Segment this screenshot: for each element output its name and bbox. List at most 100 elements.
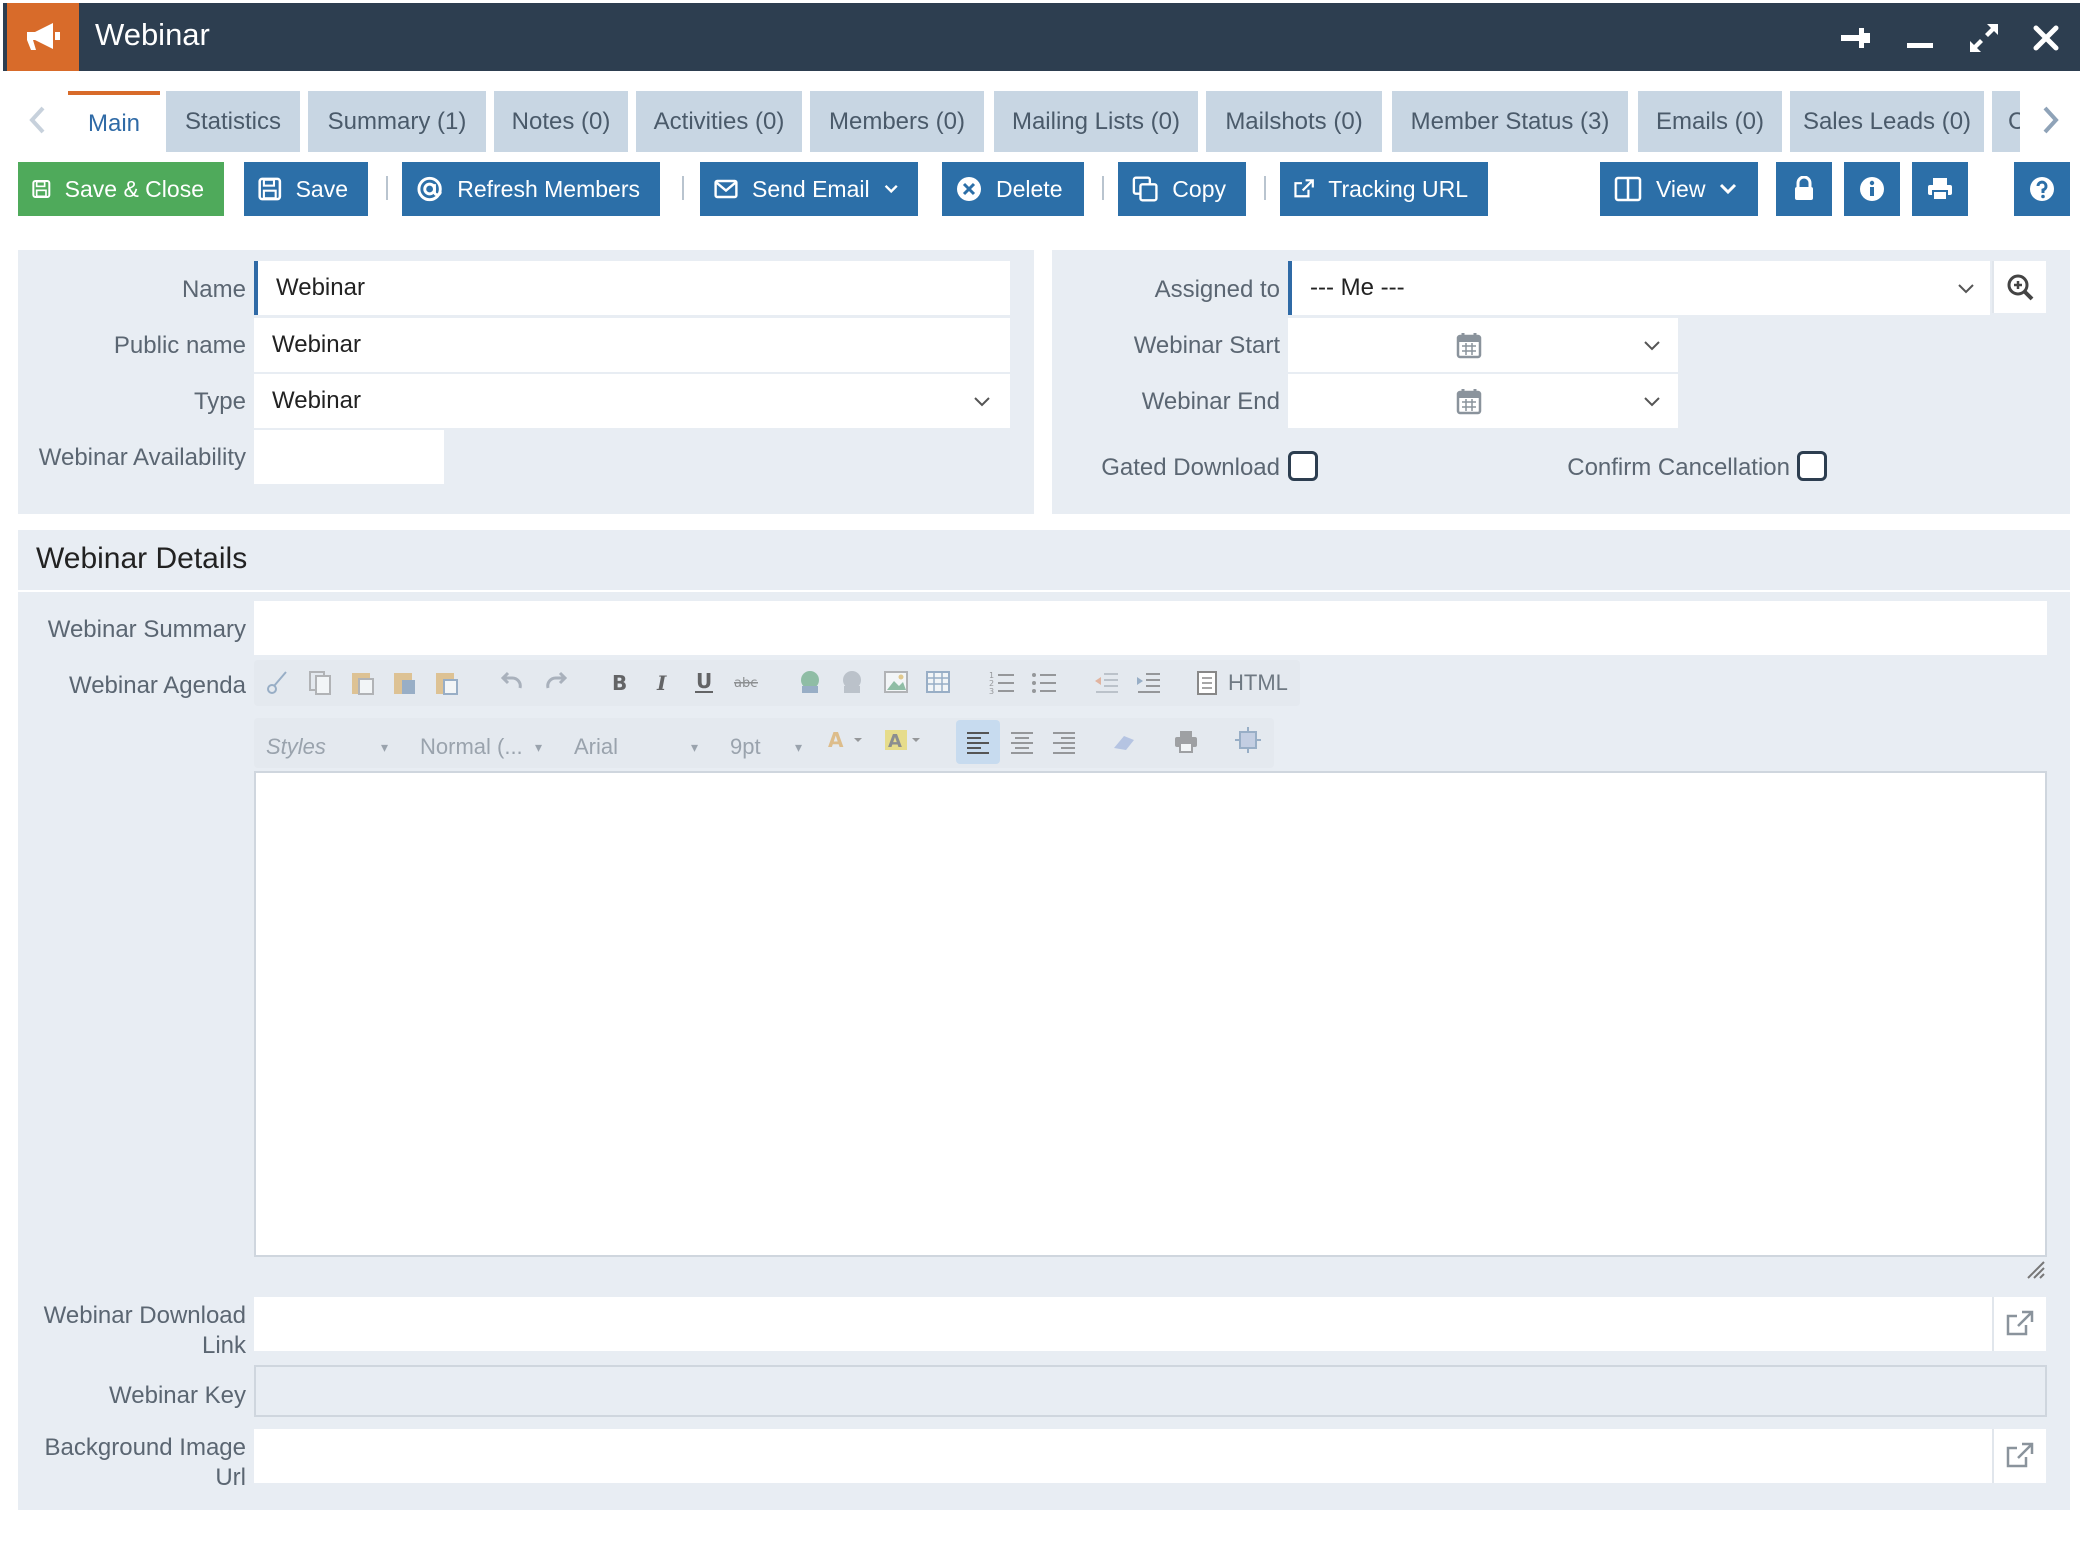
html-source-button[interactable]: HTML — [1196, 664, 1288, 702]
lock-button[interactable] — [1776, 162, 1832, 216]
cut-icon[interactable] — [264, 668, 292, 696]
indent-icon[interactable] — [1134, 668, 1162, 696]
at-icon — [417, 176, 442, 202]
tab-members[interactable]: Members (0) — [810, 91, 984, 152]
tab-notes[interactable]: Notes (0) — [494, 91, 628, 152]
save-icon — [258, 177, 282, 201]
svg-text:3: 3 — [989, 687, 994, 696]
background-image-input[interactable] — [254, 1429, 1992, 1483]
open-download-link-button[interactable] — [1992, 1297, 2046, 1351]
background-color-icon[interactable]: A — [884, 726, 924, 754]
tracking-url-label: Tracking URL — [1328, 175, 1468, 202]
tab-scroll-left-icon[interactable] — [20, 100, 54, 140]
bullet-list-icon[interactable] — [1030, 668, 1058, 696]
align-left-button[interactable] — [956, 720, 1000, 764]
title-bar: Webinar — [3, 3, 2080, 71]
unlink-icon[interactable] — [838, 668, 866, 696]
webinar-summary-input[interactable] — [254, 601, 2047, 655]
download-link-input[interactable] — [254, 1297, 1992, 1351]
tab-main[interactable]: Main — [68, 91, 160, 152]
delete-circle-icon — [957, 177, 981, 201]
copy-button[interactable]: Copy — [1118, 162, 1246, 216]
text-color-icon[interactable]: A — [826, 726, 866, 754]
toolbar-divider — [682, 176, 684, 200]
availability-input[interactable] — [254, 430, 444, 484]
save-button[interactable]: Save — [244, 162, 368, 216]
info-button[interactable] — [1844, 162, 1900, 216]
public-name-label: Public name — [113, 332, 246, 359]
styles-combo[interactable]: Styles ▾ — [256, 726, 398, 768]
tab-sales-leads[interactable]: Sales Leads (0) — [1790, 91, 1984, 152]
gated-download-checkbox[interactable] — [1288, 451, 1318, 481]
tab-statistics[interactable]: Statistics — [166, 91, 300, 152]
copy-icon[interactable] — [306, 668, 334, 696]
maximize-editor-icon[interactable] — [1234, 726, 1262, 754]
outdent-icon[interactable] — [1092, 668, 1120, 696]
align-right-icon[interactable] — [1050, 728, 1078, 756]
refresh-members-button[interactable]: Refresh Members — [402, 162, 660, 216]
expand-icon[interactable] — [1963, 17, 2005, 59]
delete-button[interactable]: Delete — [942, 162, 1084, 216]
font-combo[interactable]: Arial ▾ — [564, 726, 708, 768]
paste-word-icon[interactable] — [432, 668, 460, 696]
agenda-editor-area[interactable] — [254, 771, 2047, 1257]
italic-icon[interactable]: I — [648, 668, 676, 696]
open-background-image-button[interactable] — [1992, 1429, 2046, 1483]
tab-mailshots[interactable]: Mailshots (0) — [1206, 91, 1382, 152]
name-input[interactable]: Webinar — [254, 261, 1010, 315]
help-icon — [2030, 177, 2054, 201]
assigned-select[interactable]: --- Me --- — [1288, 261, 1990, 315]
bold-icon[interactable]: B — [606, 668, 634, 696]
pin-icon[interactable] — [1835, 17, 1877, 59]
format-combo[interactable]: Normal (... ▾ — [410, 726, 552, 768]
redo-icon[interactable] — [542, 668, 570, 696]
table-icon[interactable] — [924, 668, 952, 696]
type-select[interactable]: Webinar — [254, 374, 1010, 428]
link-icon[interactable] — [796, 668, 824, 696]
webinar-start-label: Webinar Start — [1133, 332, 1280, 359]
external-link-icon — [2006, 1310, 2034, 1336]
size-combo[interactable]: 9pt ▾ — [720, 726, 812, 768]
search-user-button[interactable] — [1992, 261, 2046, 313]
paste-text-icon[interactable] — [390, 668, 418, 696]
align-center-icon[interactable] — [1008, 728, 1036, 756]
resize-handle-icon[interactable] — [2024, 1258, 2046, 1280]
tab-more[interactable]: C — [1992, 91, 2020, 152]
eraser-icon[interactable] — [1110, 728, 1138, 756]
minimize-icon[interactable] — [1899, 17, 1941, 59]
webinar-agenda-label: Webinar Agenda — [68, 672, 246, 699]
name-label: Name — [181, 276, 246, 303]
image-icon[interactable] — [882, 668, 910, 696]
webinar-end-picker[interactable] — [1288, 374, 1678, 428]
underline-icon[interactable]: U — [690, 668, 718, 696]
tab-summary[interactable]: Summary (1) — [308, 91, 486, 152]
chevron-down-icon — [974, 397, 990, 407]
tracking-url-button[interactable]: Tracking URL — [1280, 162, 1488, 216]
columns-icon — [1614, 176, 1642, 202]
public-name-input[interactable]: Webinar — [254, 318, 1010, 372]
confirm-cancellation-checkbox[interactable] — [1797, 451, 1827, 481]
undo-icon[interactable] — [498, 668, 526, 696]
send-email-button[interactable]: Send Email — [700, 162, 918, 216]
tab-member-status[interactable]: Member Status (3) — [1392, 91, 1628, 152]
tab-activities[interactable]: Activities (0) — [636, 91, 802, 152]
chevron-down-icon — [1644, 341, 1660, 351]
print-button[interactable] — [1912, 162, 1968, 216]
tab-emails[interactable]: Emails (0) — [1638, 91, 1782, 152]
numbered-list-icon[interactable]: 123 — [988, 668, 1016, 696]
chevron-down-icon — [1958, 284, 1974, 294]
save-close-button[interactable]: Save & Close — [18, 162, 224, 216]
paste-icon[interactable] — [348, 668, 376, 696]
font-combo-value: Arial — [574, 734, 619, 759]
copy-icon — [1132, 176, 1158, 202]
tab-scroll-right-icon[interactable] — [2034, 100, 2068, 140]
webinar-end-label: Webinar End — [1141, 388, 1280, 415]
print-preview-icon[interactable] — [1172, 728, 1200, 756]
tab-mailing-lists[interactable]: Mailing Lists (0) — [994, 91, 1198, 152]
strikethrough-icon[interactable]: abc — [732, 668, 760, 696]
help-button[interactable] — [2014, 162, 2070, 216]
view-button[interactable]: View — [1600, 162, 1758, 216]
webinar-start-picker[interactable] — [1288, 318, 1678, 372]
close-icon[interactable] — [2025, 17, 2067, 59]
copy-label: Copy — [1172, 175, 1226, 202]
